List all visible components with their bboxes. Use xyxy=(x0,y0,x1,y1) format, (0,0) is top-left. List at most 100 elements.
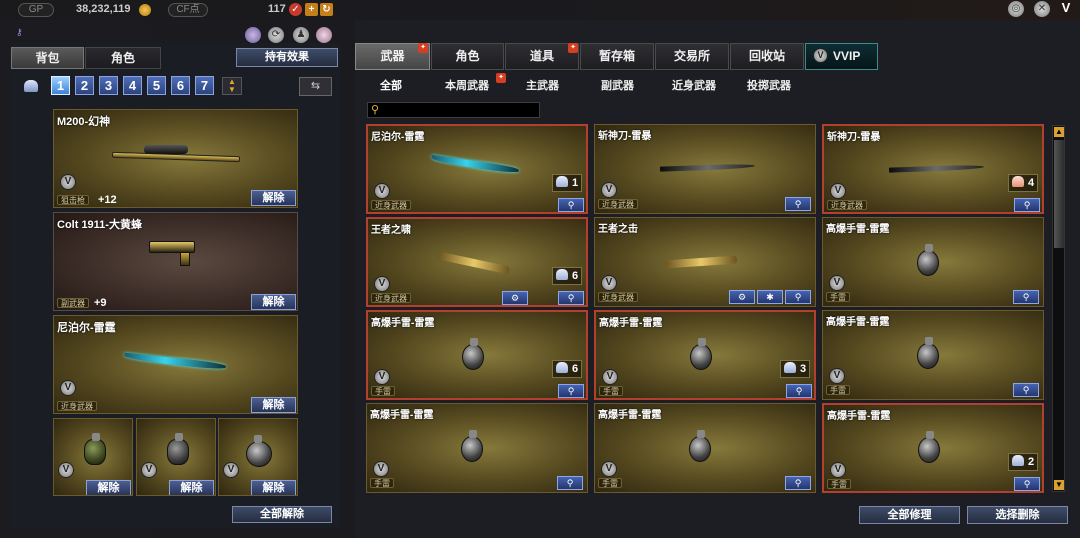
subtab-primary[interactable]: 主武器 xyxy=(526,77,559,92)
slot-grenade-2[interactable]: V 解除 xyxy=(136,418,216,496)
tab-backpack[interactable]: 背包 xyxy=(11,47,84,69)
slot-grenade-3[interactable]: V 解除 xyxy=(218,418,298,496)
slot-secondary[interactable]: Colt 1911-大黄蜂 副武器 +9 解除 xyxy=(53,212,298,311)
subtab-melee[interactable]: 近身武器 xyxy=(672,77,716,92)
unequip-button[interactable]: 解除 xyxy=(251,190,296,206)
repair-button[interactable]: ⚙ xyxy=(502,291,528,305)
unequip-all-button[interactable]: 全部解除 xyxy=(232,506,332,523)
item-type: 手雷 xyxy=(826,385,850,395)
tab-recycle[interactable]: 回收站 xyxy=(730,43,804,70)
gp-coin-icon xyxy=(139,4,151,16)
item-card[interactable]: 尼泊尔-雷霆 V 近身武器 1 ⚲ xyxy=(366,124,588,214)
unequip-button[interactable]: 解除 xyxy=(251,294,296,310)
page-5-button[interactable]: 5 xyxy=(147,76,166,95)
inspect-button[interactable]: ⚲ xyxy=(558,384,584,398)
rotate-icon[interactable]: ⟳ xyxy=(268,27,284,43)
page-stepper-icon[interactable]: ▲ ▼ xyxy=(222,77,242,95)
subtab-secondary[interactable]: 副武器 xyxy=(601,77,634,92)
page-6-button[interactable]: 6 xyxy=(171,76,190,95)
page-7-button[interactable]: 7 xyxy=(195,76,214,95)
repair-all-button[interactable]: 全部修理 xyxy=(859,506,960,524)
slot-extra: +12 xyxy=(98,194,117,206)
subtab-weekly[interactable]: 本周武器 xyxy=(445,77,489,92)
v-badge-icon: V xyxy=(374,369,390,385)
item-card[interactable]: 斩神刀-雷暴 V 近身武器 ⚲ xyxy=(594,124,816,214)
scrollbar[interactable]: ▲ ▼ xyxy=(1052,125,1065,492)
search-box[interactable]: ⚲ xyxy=(367,102,540,118)
scroll-thumb[interactable] xyxy=(1054,140,1064,248)
inspect-button[interactable]: ⚲ xyxy=(558,291,584,305)
grenade-icon xyxy=(689,430,711,462)
add-cf-button[interactable]: + xyxy=(305,3,318,16)
slot-primary[interactable]: M200-幻神 V 狙击枪 +12 解除 xyxy=(53,109,298,208)
tab-character[interactable]: 角色 xyxy=(85,47,161,69)
subtab-throwing[interactable]: 投掷武器 xyxy=(747,77,791,92)
gp-value: 38,232,119 xyxy=(76,3,131,15)
item-count: 2 xyxy=(1008,453,1039,471)
tab-characters[interactable]: 角色 xyxy=(431,43,504,70)
item-count-value: 3 xyxy=(800,363,807,375)
inspect-button[interactable]: ⚲ xyxy=(558,198,584,212)
item-card[interactable]: 斩神刀-雷暴 V 近身武器 4 ⚲ xyxy=(822,124,1044,214)
item-card[interactable]: 高爆手雷-雷霆 V 手雷 6 ⚲ xyxy=(366,310,588,400)
inspect-button[interactable]: ⚲ xyxy=(1013,290,1039,304)
character-icon[interactable] xyxy=(245,27,261,43)
unequip-button[interactable]: 解除 xyxy=(169,480,214,495)
pistol-grip-icon xyxy=(180,252,190,266)
item-count: 6 xyxy=(552,267,583,285)
scroll-down-icon[interactable]: ▼ xyxy=(1054,480,1064,490)
page-2-button[interactable]: 2 xyxy=(75,76,94,95)
page-4-button[interactable]: 4 xyxy=(123,76,142,95)
unequip-button[interactable]: 解除 xyxy=(251,397,296,413)
inspect-button[interactable]: ⚲ xyxy=(785,197,811,211)
unequip-button[interactable]: 解除 xyxy=(251,480,296,495)
item-card[interactable]: 王者之啸 V 近身武器 6 ⚲ ⚙ xyxy=(366,217,588,307)
globe-icon[interactable]: ◎ xyxy=(1008,1,1024,17)
tab-vvip[interactable]: V VVIP xyxy=(805,43,878,70)
key-icon: ⚷ xyxy=(16,27,23,37)
slot-grenade-1[interactable]: V 解除 xyxy=(53,418,133,496)
inspect-button[interactable]: ⚲ xyxy=(1014,198,1040,212)
unequip-button[interactable]: 解除 xyxy=(86,480,131,495)
item-card[interactable]: 高爆手雷-雷霆 V 手雷 2 ⚲ xyxy=(822,403,1044,493)
search-input[interactable] xyxy=(384,104,534,116)
item-name: 高爆手雷-雷霆 xyxy=(599,318,663,329)
item-type: 近身武器 xyxy=(371,200,411,210)
inspect-button[interactable]: ⚲ xyxy=(785,290,811,304)
item-card[interactable]: 高爆手雷-雷霆 V 手雷 ⚲ xyxy=(822,310,1044,400)
sword-icon xyxy=(659,163,756,172)
v-badge-icon: V xyxy=(223,462,239,478)
item-card[interactable]: 高爆手雷-雷霆 V 手雷 ⚲ xyxy=(822,217,1044,307)
tab-storage[interactable]: 暂存箱 xyxy=(580,43,654,70)
item-card[interactable]: 高爆手雷-雷霆 V 手雷 ⚲ xyxy=(594,403,816,493)
refresh-icon[interactable]: ↻ xyxy=(320,3,333,16)
page-1-button[interactable]: 1 xyxy=(51,76,70,95)
settings-button[interactable]: ✱ xyxy=(757,290,783,304)
inventory-screen: GP 38,232,119 CF点 117 ✓ + ↻ ⚷ ◎ ✕ V ⟳ ♟ … xyxy=(0,0,1080,538)
v-badge-icon: V xyxy=(374,183,390,199)
item-type: 近身武器 xyxy=(827,200,867,210)
inspect-button[interactable]: ⚲ xyxy=(557,476,583,490)
subtab-all[interactable]: 全部 xyxy=(380,77,402,92)
character-switch-icon[interactable]: ⇆ xyxy=(299,77,332,96)
emote-icon[interactable] xyxy=(316,27,332,43)
pose-icon[interactable]: ♟ xyxy=(293,27,309,43)
item-name: 高爆手雷-雷霆 xyxy=(826,224,890,235)
page-3-button[interactable]: 3 xyxy=(99,76,118,95)
scroll-up-icon[interactable]: ▲ xyxy=(1054,127,1064,137)
v-badge-icon: V xyxy=(601,275,617,291)
tools-icon[interactable]: ✕ xyxy=(1034,1,1050,17)
inspect-button[interactable]: ⚲ xyxy=(786,384,812,398)
inspect-button[interactable]: ⚲ xyxy=(785,476,811,490)
slot-melee[interactable]: 尼泊尔-雷霆 V 近身武器 解除 xyxy=(53,315,298,414)
repair-button[interactable]: ⚙ xyxy=(729,290,755,304)
item-card[interactable]: 王者之击 V 近身武器 ⚲ ⚙ ✱ xyxy=(594,217,816,307)
inspect-button[interactable]: ⚲ xyxy=(1013,383,1039,397)
item-type: 手雷 xyxy=(827,479,851,489)
tab-exchange[interactable]: 交易所 xyxy=(655,43,729,70)
inspect-button[interactable]: ⚲ xyxy=(1014,477,1040,491)
select-delete-button[interactable]: 选择删除 xyxy=(967,506,1068,524)
owned-effects-button[interactable]: 持有效果 xyxy=(236,48,338,67)
item-card[interactable]: 高爆手雷-雷霆 V 手雷 3 ⚲ xyxy=(594,310,816,400)
item-card[interactable]: 高爆手雷-雷霆 V 手雷 ⚲ xyxy=(366,403,588,493)
